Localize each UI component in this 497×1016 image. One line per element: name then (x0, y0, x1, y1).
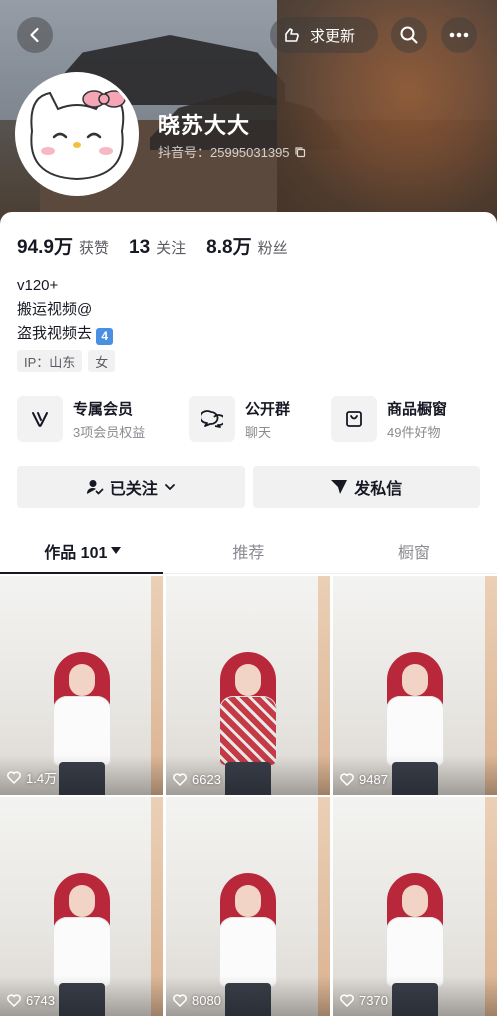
action-buttons: 已关注 发私信 (17, 466, 480, 508)
caret-down-icon (111, 546, 122, 554)
douyin-id: 抖音号：25995031395 (158, 142, 306, 161)
video-likes-count: 8080 (192, 993, 221, 1008)
chevron-left-icon (30, 27, 39, 43)
heart-icon (173, 773, 187, 786)
bio-line-2: 搬运视频@ (17, 301, 93, 318)
stat-likes-value: 94.9万 (17, 237, 73, 258)
bio: v120+ 搬运视频@ 盗我视频去 4 (17, 274, 114, 346)
heart-icon (7, 994, 21, 1007)
tab-works[interactable]: 作品 101 (0, 528, 166, 574)
request-update-button[interactable]: 求更新 (270, 17, 378, 53)
profile-card: 94.9万 获赞 13 关注 8.8万 粉丝 v120+ 搬运视频@ 盗我视频去… (0, 212, 497, 1016)
thumb-figure-face (402, 885, 428, 917)
user-check-icon (86, 480, 104, 495)
following-label: 已关注 (109, 481, 158, 498)
feature-shop-window-title: 商品橱窗 (387, 400, 448, 418)
chat-icon (201, 410, 223, 428)
feature-shop-window[interactable]: 商品橱窗 49件好物 (331, 395, 481, 443)
stat-likes[interactable]: 94.9万 获赞 (17, 232, 109, 259)
more-dots-icon (449, 32, 469, 38)
douyin-id-text: 抖音号：25995031395 (158, 145, 290, 160)
keycap-four-icon: 4 (96, 327, 114, 345)
request-update-label: 求更新 (310, 27, 356, 45)
thumb-figure-face (402, 664, 428, 696)
feature-membership-sub: 3项会员权益 (73, 424, 146, 440)
copy-icon[interactable] (294, 146, 306, 158)
stat-fans-label: 粉丝 (257, 240, 288, 257)
ip-location-tag: IP：山东 (17, 350, 83, 372)
bio-line-3-text: 盗我视频去 (17, 325, 93, 342)
send-message-label: 发私信 (354, 481, 403, 498)
video-thumbnail[interactable]: 7370 (333, 797, 497, 1016)
video-likes-count: 1.4万 (26, 771, 58, 786)
stat-fans[interactable]: 8.8万 粉丝 (206, 232, 287, 259)
stat-following-value: 13 (129, 237, 151, 258)
gender-tag: 女 (88, 350, 116, 372)
feature-membership-icon-box (17, 396, 63, 442)
v-icon (32, 412, 48, 427)
tab-shop-label: 橱窗 (397, 544, 430, 562)
video-likes: 6623 (173, 772, 221, 787)
video-likes: 8080 (173, 993, 221, 1008)
hand-icon (285, 28, 299, 42)
tab-recommend[interactable]: 推荐 (166, 528, 332, 573)
tab-recommend-label: 推荐 (232, 544, 265, 562)
send-message-button[interactable]: 发私信 (252, 466, 480, 508)
feature-group-chat-title: 公开群 (245, 400, 291, 418)
heart-icon (7, 771, 21, 784)
more-button[interactable] (441, 17, 477, 53)
bio-line-1: v120+ (17, 277, 59, 294)
chevron-down-icon (164, 484, 175, 490)
search-button[interactable] (391, 17, 427, 53)
video-likes-count: 7370 (359, 993, 388, 1008)
hello-kitty-avatar-icon (18, 75, 136, 193)
heart-icon (173, 994, 187, 1007)
tab-shop[interactable]: 橱窗 (331, 528, 497, 573)
video-likes: 1.4万 (7, 768, 57, 787)
video-likes-count: 6743 (26, 993, 55, 1008)
video-thumbnail[interactable]: 8080 (166, 797, 330, 1016)
feature-group-chat[interactable]: 公开群 聊天 (189, 395, 331, 443)
stat-following[interactable]: 13 关注 (129, 237, 186, 259)
stat-likes-label: 获赞 (78, 240, 109, 257)
video-thumbnail[interactable]: 9487 (333, 576, 497, 795)
send-icon (331, 480, 348, 494)
video-grid: 1.4万 6623 9487 6743 8080 7370 (0, 576, 497, 1016)
video-likes: 9487 (340, 772, 388, 787)
thumb-figure-face (235, 664, 261, 696)
tab-works-label: 作品 101 (44, 544, 108, 562)
following-button[interactable]: 已关注 (17, 466, 245, 508)
thumb-figure-face (68, 664, 95, 696)
video-thumbnail[interactable]: 6743 (0, 797, 163, 1016)
heart-icon (340, 994, 354, 1007)
video-likes-count: 6623 (192, 772, 221, 787)
video-thumbnail[interactable]: 6623 (166, 576, 330, 795)
feature-membership-title: 专属会员 (73, 400, 134, 418)
search-icon (400, 26, 418, 44)
stats-row: 94.9万 获赞 13 关注 8.8万 粉丝 (17, 232, 288, 259)
tags-row: IP：山东 女 (17, 350, 116, 372)
back-button[interactable] (17, 17, 53, 53)
features-row: 专属会员 3项会员权益 公开群 聊天 商品橱窗 49件好物 (17, 395, 481, 443)
video-likes: 6743 (7, 993, 55, 1008)
thumb-figure-face (68, 885, 95, 917)
heart-icon (340, 773, 354, 786)
feature-membership[interactable]: 专属会员 3项会员权益 (17, 395, 189, 443)
content-tabs: 作品 101 推荐 橱窗 (0, 528, 497, 574)
feature-shop-window-icon-box (331, 396, 377, 442)
video-likes: 7370 (340, 993, 388, 1008)
feature-shop-window-sub: 49件好物 (387, 424, 441, 440)
feature-group-chat-sub: 聊天 (245, 424, 272, 440)
bag-icon (346, 411, 362, 427)
video-thumbnail[interactable]: 1.4万 (0, 576, 163, 795)
thumb-figure-face (235, 885, 261, 917)
video-likes-count: 9487 (359, 772, 388, 787)
username: 晓苏大大 (158, 113, 251, 138)
stat-following-label: 关注 (156, 240, 187, 257)
stat-fans-value: 8.8万 (206, 237, 252, 258)
bio-line-3: 盗我视频去 4 (17, 322, 114, 346)
avatar[interactable] (15, 72, 139, 196)
feature-group-chat-icon-box (189, 396, 235, 442)
